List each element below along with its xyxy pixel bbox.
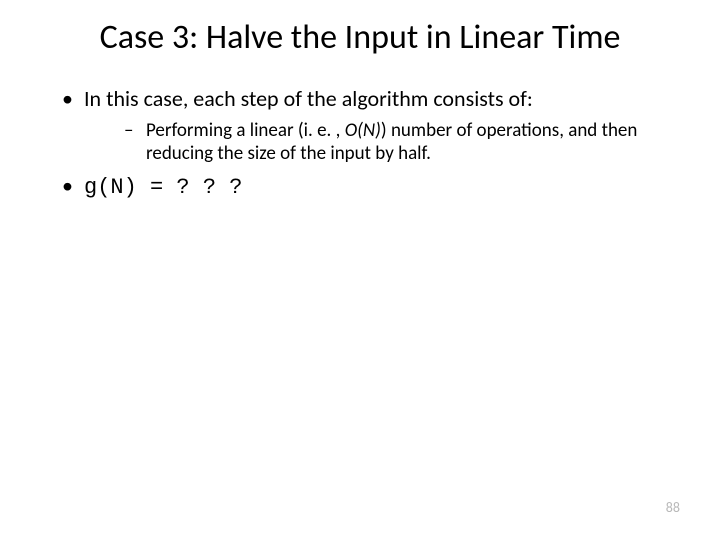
bullet-text: In this case, each step of the algorithm… bbox=[84, 85, 533, 112]
page-number: 88 bbox=[666, 499, 680, 516]
bullet-item: g(N) = ? ? ? bbox=[62, 172, 680, 202]
slide-title: Case 3: Halve the Input in Linear Time bbox=[40, 18, 680, 57]
sub-bullet-item: Performing a linear (i. e. , O(N)) numbe… bbox=[124, 119, 680, 167]
function-expression: g(N) = ? ? ? bbox=[84, 175, 242, 200]
bullet-item: In this case, each step of the algorithm… bbox=[62, 85, 680, 166]
complexity-notation: O(N) bbox=[345, 119, 381, 142]
bullet-list: In this case, each step of the algorithm… bbox=[40, 85, 680, 202]
sub-bullet-text-a: Performing a linear (i. e. , bbox=[146, 119, 345, 142]
sub-bullet-list: Performing a linear (i. e. , O(N)) numbe… bbox=[84, 119, 680, 167]
